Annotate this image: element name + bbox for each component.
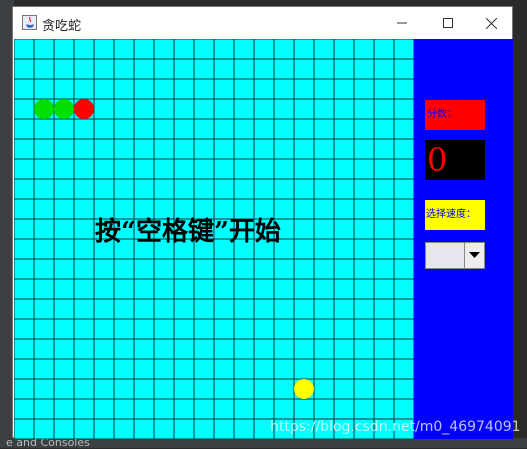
score-value: 0 bbox=[425, 140, 485, 180]
ide-bottom-bar: e and Consoles bbox=[0, 436, 527, 449]
start-message: 按“空格键”开始 bbox=[95, 217, 281, 247]
snake-body-segment bbox=[34, 99, 54, 119]
score-label: 分数： bbox=[425, 100, 485, 130]
snake-body-segment bbox=[54, 99, 74, 119]
side-panel: 分数： 0 选择速度： bbox=[414, 39, 513, 439]
close-button[interactable] bbox=[468, 7, 514, 39]
snake-head bbox=[74, 99, 94, 119]
minimize-icon bbox=[397, 22, 407, 24]
speed-select[interactable] bbox=[425, 242, 485, 269]
minimize-button[interactable] bbox=[379, 7, 425, 39]
chevron-down-icon bbox=[469, 252, 480, 258]
maximize-icon bbox=[443, 18, 453, 28]
watermark: https://blog.csdn.net/m0_46974091 bbox=[270, 419, 521, 435]
food-pellet bbox=[294, 379, 314, 399]
speed-dropdown-button[interactable] bbox=[464, 243, 484, 268]
close-icon bbox=[485, 17, 497, 29]
title-bar[interactable]: 贪吃蛇 bbox=[13, 7, 512, 39]
java-app-icon bbox=[22, 15, 37, 30]
maximize-button[interactable] bbox=[425, 7, 471, 39]
game-window: 贪吃蛇 按“空格键”开始 分数： 0 选择速度： bbox=[12, 6, 513, 439]
speed-label: 选择速度： bbox=[425, 200, 485, 230]
ide-right-editor bbox=[513, 0, 527, 448]
window-title: 贪吃蛇 bbox=[42, 19, 82, 34]
game-board[interactable]: 按“空格键”开始 bbox=[14, 39, 414, 439]
